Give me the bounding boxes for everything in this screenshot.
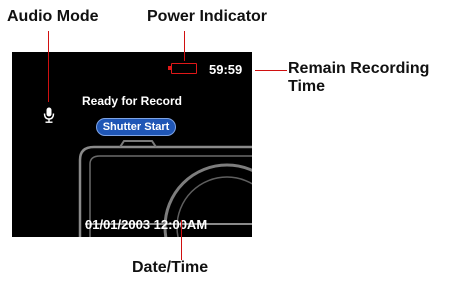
battery-empty-icon xyxy=(168,63,197,74)
audio-mode-callout: Audio Mode xyxy=(7,8,99,25)
remain-recording-callout-line2: Time xyxy=(288,78,326,95)
power-indicator-leader-line xyxy=(184,31,185,61)
remain-recording-callout: Remain Recording Time xyxy=(288,60,429,96)
microphone-icon xyxy=(43,107,55,123)
audio-mode-leader-line xyxy=(48,31,49,102)
shutter-start-button: Shutter Start xyxy=(96,118,176,136)
power-indicator-callout: Power Indicator xyxy=(147,8,268,25)
remain-recording-leader-line xyxy=(255,70,287,71)
remain-time-readout: 59:59 xyxy=(209,62,243,77)
date-time-leader-line xyxy=(181,220,182,260)
date-time-callout: Date/Time xyxy=(132,259,209,276)
date-time-readout: 01/01/2003 12:00AM xyxy=(85,217,208,232)
remain-recording-callout-line1: Remain Recording xyxy=(288,60,430,77)
